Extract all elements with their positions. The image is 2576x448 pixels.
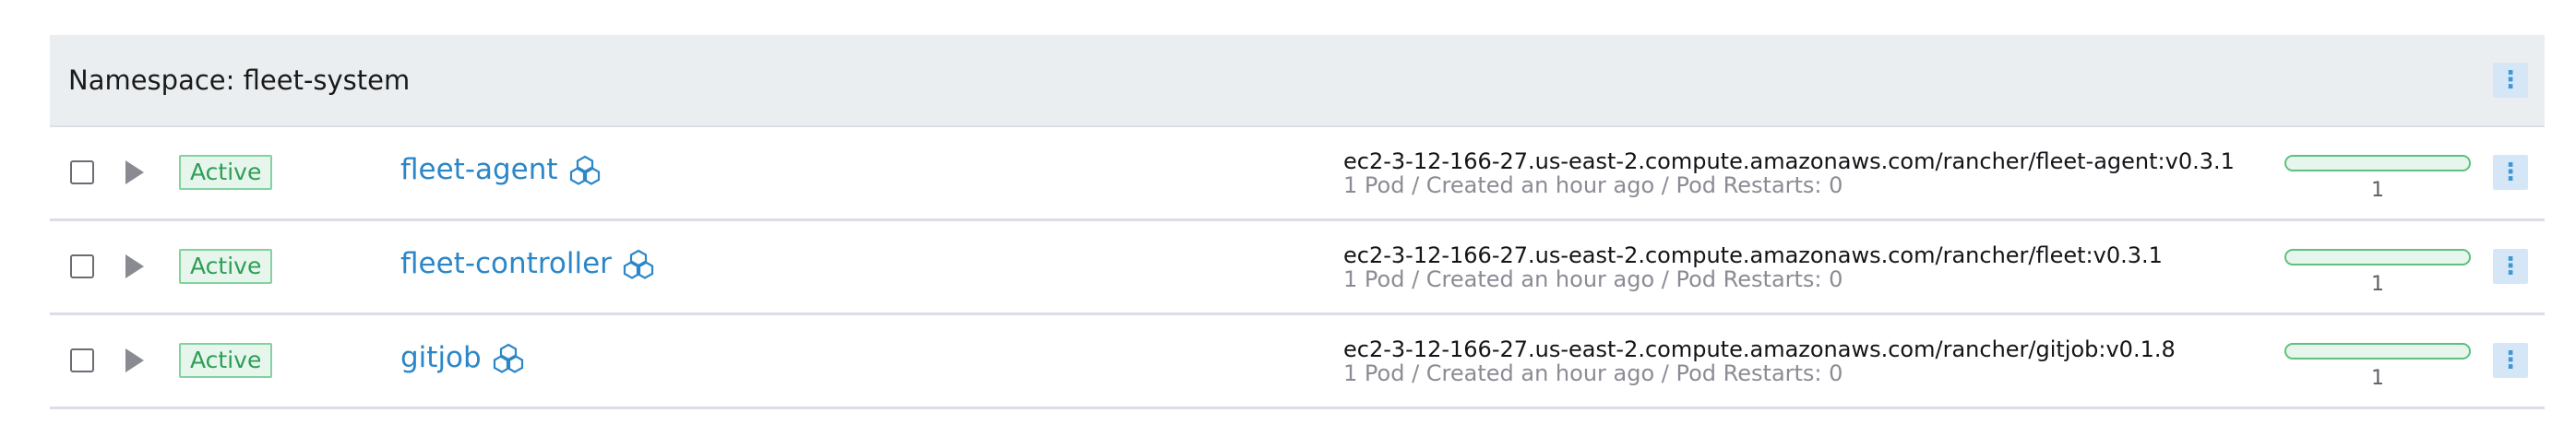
workload-name-link[interactable]: fleet-agent	[400, 153, 601, 186]
table-row: Active gitjob ec2-3-12-166-27.us-east-2.…	[50, 315, 2545, 409]
group-kebab-menu-button[interactable]: ⋮	[2493, 63, 2528, 98]
scale-bar	[2284, 155, 2471, 171]
kebab-icon: ⋮	[2498, 66, 2522, 94]
container-image: ec2-3-12-166-27.us-east-2.compute.amazon…	[1343, 242, 2163, 268]
expand-icon[interactable]	[125, 348, 144, 372]
scale-indicator: 1	[2284, 155, 2471, 202]
expand-icon[interactable]	[125, 254, 144, 278]
kebab-icon: ⋮	[2498, 253, 2522, 280]
pod-detail: 1 Pod / Created an hour ago / Pod Restar…	[1343, 266, 1843, 292]
scale-indicator: 1	[2284, 249, 2471, 296]
workload-name-link[interactable]: fleet-controller	[400, 247, 654, 280]
row-kebab-menu-button[interactable]: ⋮	[2493, 249, 2528, 284]
namespace-title: Namespace: fleet-system	[68, 65, 411, 96]
workloads-table: Namespace: fleet-system ⋮ Active fleet-a…	[50, 35, 2545, 409]
workload-name-link[interactable]: gitjob	[400, 341, 524, 374]
image-column: ec2-3-12-166-27.us-east-2.compute.amazon…	[1343, 243, 2163, 291]
workload-name[interactable]: gitjob	[400, 341, 482, 374]
container-image: ec2-3-12-166-27.us-east-2.compute.amazon…	[1343, 336, 2176, 362]
pod-detail: 1 Pod / Created an hour ago / Pod Restar…	[1343, 172, 1843, 198]
row-checkbox[interactable]	[70, 254, 94, 278]
table-row: Active fleet-agent ec2-3-12-166-27.us-ea…	[50, 127, 2545, 221]
workload-name[interactable]: fleet-controller	[400, 247, 612, 280]
scale-bar	[2284, 249, 2471, 265]
row-kebab-menu-button[interactable]: ⋮	[2493, 155, 2528, 190]
expand-icon[interactable]	[125, 160, 144, 184]
deployment-icon	[623, 249, 654, 279]
status-badge: Active	[179, 343, 273, 378]
row-checkbox[interactable]	[70, 348, 94, 372]
scale-count: 1	[2371, 179, 2384, 202]
scale-count: 1	[2371, 367, 2384, 390]
scale-count: 1	[2371, 273, 2384, 296]
kebab-icon: ⋮	[2498, 347, 2522, 374]
image-column: ec2-3-12-166-27.us-east-2.compute.amazon…	[1343, 149, 2235, 197]
scale-bar	[2284, 343, 2471, 360]
deployment-icon	[569, 155, 600, 185]
deployment-icon	[493, 343, 523, 373]
namespace-group-header: Namespace: fleet-system ⋮	[50, 35, 2545, 127]
kebab-icon: ⋮	[2498, 159, 2522, 186]
image-column: ec2-3-12-166-27.us-east-2.compute.amazon…	[1343, 337, 2176, 385]
container-image: ec2-3-12-166-27.us-east-2.compute.amazon…	[1343, 148, 2235, 174]
workload-name[interactable]: fleet-agent	[400, 153, 558, 186]
row-checkbox[interactable]	[70, 160, 94, 184]
row-kebab-menu-button[interactable]: ⋮	[2493, 343, 2528, 378]
scale-indicator: 1	[2284, 343, 2471, 390]
pod-detail: 1 Pod / Created an hour ago / Pod Restar…	[1343, 360, 1843, 386]
status-badge: Active	[179, 155, 273, 190]
table-row: Active fleet-controller ec2-3-12-166-27.…	[50, 221, 2545, 315]
status-badge: Active	[179, 249, 273, 284]
